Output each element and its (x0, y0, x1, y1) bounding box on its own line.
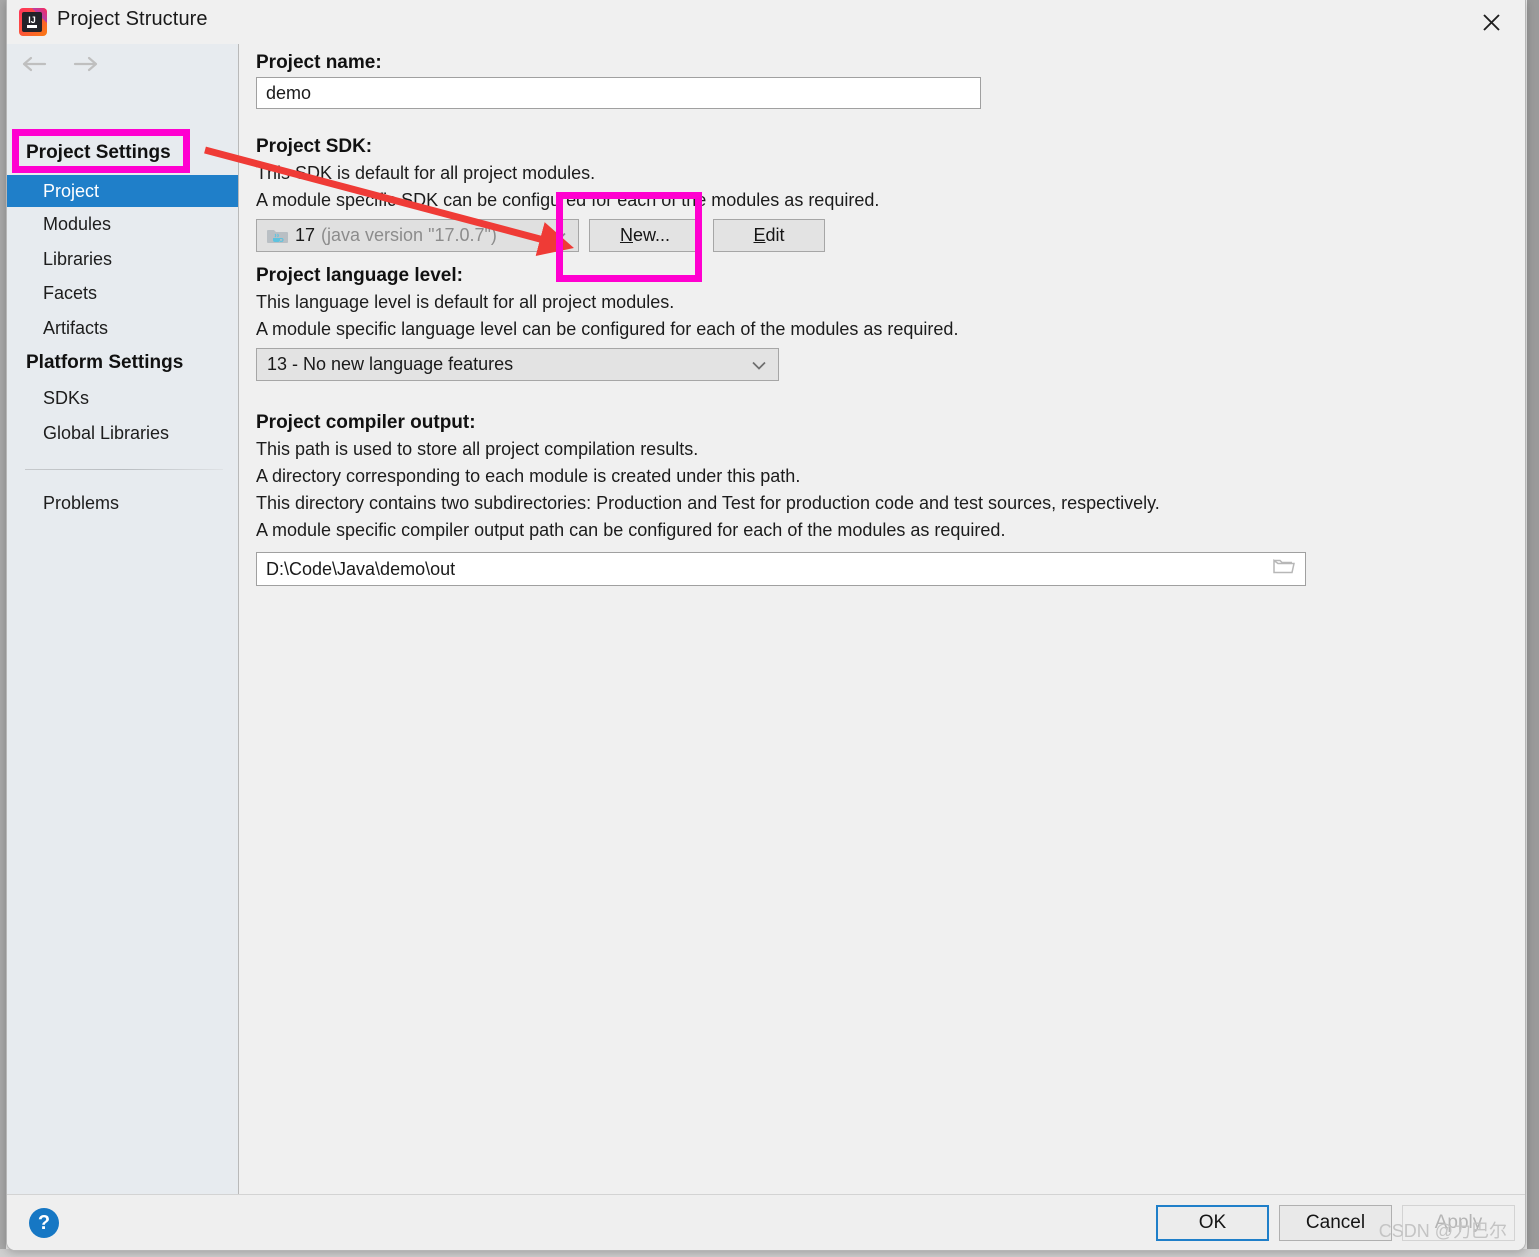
project-compiler-output-label: Project compiler output: (256, 412, 476, 433)
java-sdk-folder-icon (267, 226, 289, 245)
folder-browse-icon[interactable] (1273, 558, 1295, 581)
project-sdk-dropdown[interactable]: 17 (java version "17.0.7") (256, 219, 579, 252)
language-level-description-2: A module specific language level can be … (256, 319, 959, 339)
compiler-output-description-1: This path is used to store all project c… (256, 439, 699, 459)
svg-text:IJ: IJ (28, 15, 36, 25)
project-structure-dialog: IJ Project Structure Project Settings Pr… (6, 0, 1526, 1251)
sidebar-item-libraries[interactable]: Libraries (7, 243, 238, 275)
dialog-footer: ? OK Cancel Apply CSDN @力巴尔 (7, 1194, 1525, 1250)
sidebar-item-label: Facets (43, 282, 98, 303)
language-level-value: 13 - No new language features (267, 354, 514, 374)
sidebar-item-facets[interactable]: Facets (7, 277, 238, 309)
project-sdk-description-1: This SDK is default for all project modu… (256, 163, 596, 183)
cancel-button[interactable]: Cancel (1279, 1205, 1392, 1241)
apply-button: Apply (1402, 1205, 1515, 1241)
sidebar-item-label: Libraries (43, 248, 113, 269)
sidebar-item-label: Project (43, 180, 100, 201)
navigation-arrows (17, 48, 103, 80)
project-sidebar-highlight-box (12, 129, 190, 173)
screen: IJ Project Structure Project Settings Pr… (0, 0, 1539, 1257)
sidebar-item-label: Global Libraries (43, 422, 170, 443)
ok-button[interactable]: OK (1156, 1205, 1269, 1241)
sidebar-item-global-libraries[interactable]: Global Libraries (7, 417, 238, 449)
edit-sdk-button-mnemonic: E (753, 225, 766, 245)
help-button[interactable]: ? (29, 1208, 59, 1238)
chevron-down-icon (752, 354, 766, 375)
project-name-label: Project name: (256, 52, 382, 73)
project-language-level-dropdown[interactable]: 13 - No new language features (256, 348, 779, 381)
sidebar-divider (25, 469, 223, 470)
project-sdk-version: 17 (295, 225, 316, 245)
project-sdk-detail: (java version "17.0.7") (321, 225, 497, 245)
dialog-titlebar: IJ Project Structure (7, 0, 1525, 44)
compiler-output-path-value: D:\Code\Java\demo\out (266, 558, 456, 579)
background-edge-right (1527, 0, 1539, 1257)
project-name-input[interactable]: demo (256, 77, 981, 109)
sidebar-item-label: SDKs (43, 387, 90, 408)
sidebar-group-platform-settings: Platform Settings (26, 352, 184, 373)
project-sdk-label: Project SDK: (256, 136, 373, 157)
back-arrow-icon[interactable] (17, 48, 51, 80)
sidebar-item-artifacts[interactable]: Artifacts (7, 312, 238, 344)
sidebar-item-label: Artifacts (43, 317, 109, 338)
sidebar-item-problems[interactable]: Problems (7, 487, 238, 519)
project-language-level-label: Project language level: (256, 265, 463, 286)
compiler-output-description-4: A module specific compiler output path c… (256, 520, 1006, 540)
forward-arrow-icon[interactable] (69, 48, 103, 80)
dialog-title: Project Structure (57, 8, 208, 30)
language-level-description-1: This language level is default for all p… (256, 292, 675, 312)
settings-sidebar: Project Settings Project Modules Librari… (7, 44, 239, 1195)
close-icon[interactable] (1465, 0, 1517, 44)
edit-sdk-button[interactable]: Edit (713, 219, 825, 252)
sidebar-item-label: Modules (43, 213, 112, 234)
project-settings-panel: Project name: demo Project SDK: This SDK… (239, 44, 1525, 1195)
compiler-output-path-input[interactable]: D:\Code\Java\demo\out (256, 552, 1306, 586)
compiler-output-description-3: This directory contains two subdirectori… (256, 493, 1160, 513)
sidebar-item-modules[interactable]: Modules (7, 208, 238, 240)
sidebar-item-sdks[interactable]: SDKs (7, 382, 238, 414)
edit-sdk-button-label: dit (765, 225, 785, 245)
sidebar-item-label: Problems (43, 492, 120, 513)
compiler-output-description-2: A directory corresponding to each module… (256, 466, 801, 486)
intellij-idea-icon: IJ (18, 7, 48, 37)
new-sdk-button-highlight-box (556, 192, 702, 282)
sidebar-item-project[interactable]: Project (7, 175, 238, 207)
